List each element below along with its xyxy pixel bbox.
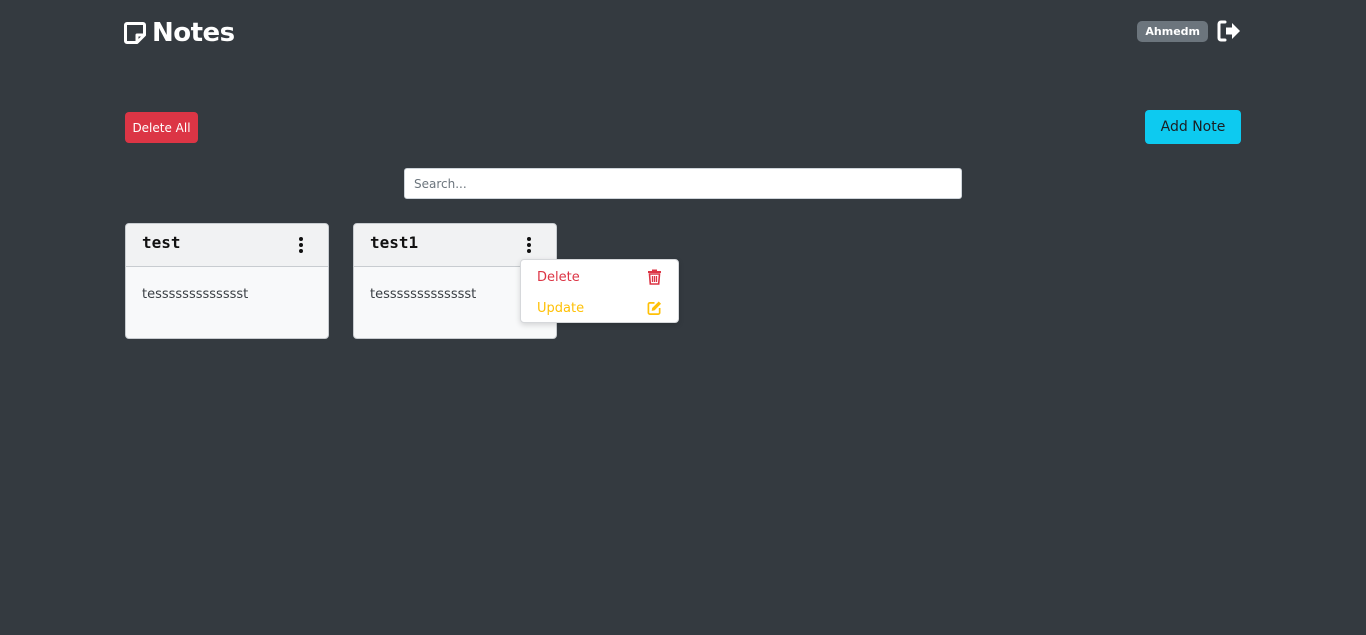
note-options-menu: Delete Update (520, 259, 679, 323)
delete-label: Delete (537, 269, 580, 285)
update-note-item[interactable]: Update (521, 293, 678, 323)
trash-icon (648, 269, 661, 285)
logout-icon[interactable] (1216, 19, 1242, 43)
brand-title: Notes (152, 18, 235, 48)
sticky-note-icon (124, 22, 146, 44)
note-title: test1 (370, 233, 419, 252)
more-options-icon[interactable] (294, 236, 308, 254)
note-body: tessssssssssssst (370, 287, 477, 302)
note-card: test tessssssssssssst (125, 223, 329, 339)
add-note-button[interactable]: Add Note (1145, 110, 1241, 144)
note-header: test (126, 224, 328, 267)
username-badge: Ahmedm (1137, 20, 1208, 42)
delete-note-item[interactable]: Delete (521, 262, 678, 292)
note-title: test (142, 233, 181, 252)
more-options-icon[interactable] (522, 236, 536, 254)
user-area: Ahmedm (1137, 19, 1242, 43)
brand-logo[interactable]: Notes (124, 18, 235, 48)
notes-app: Notes Ahmedm Delete All Add Note test te… (0, 0, 1366, 635)
delete-all-button[interactable]: Delete All (125, 112, 198, 143)
note-body: tessssssssssssst (142, 287, 249, 302)
search-input[interactable] (404, 168, 962, 199)
update-label: Update (537, 300, 585, 316)
edit-icon (647, 301, 662, 315)
